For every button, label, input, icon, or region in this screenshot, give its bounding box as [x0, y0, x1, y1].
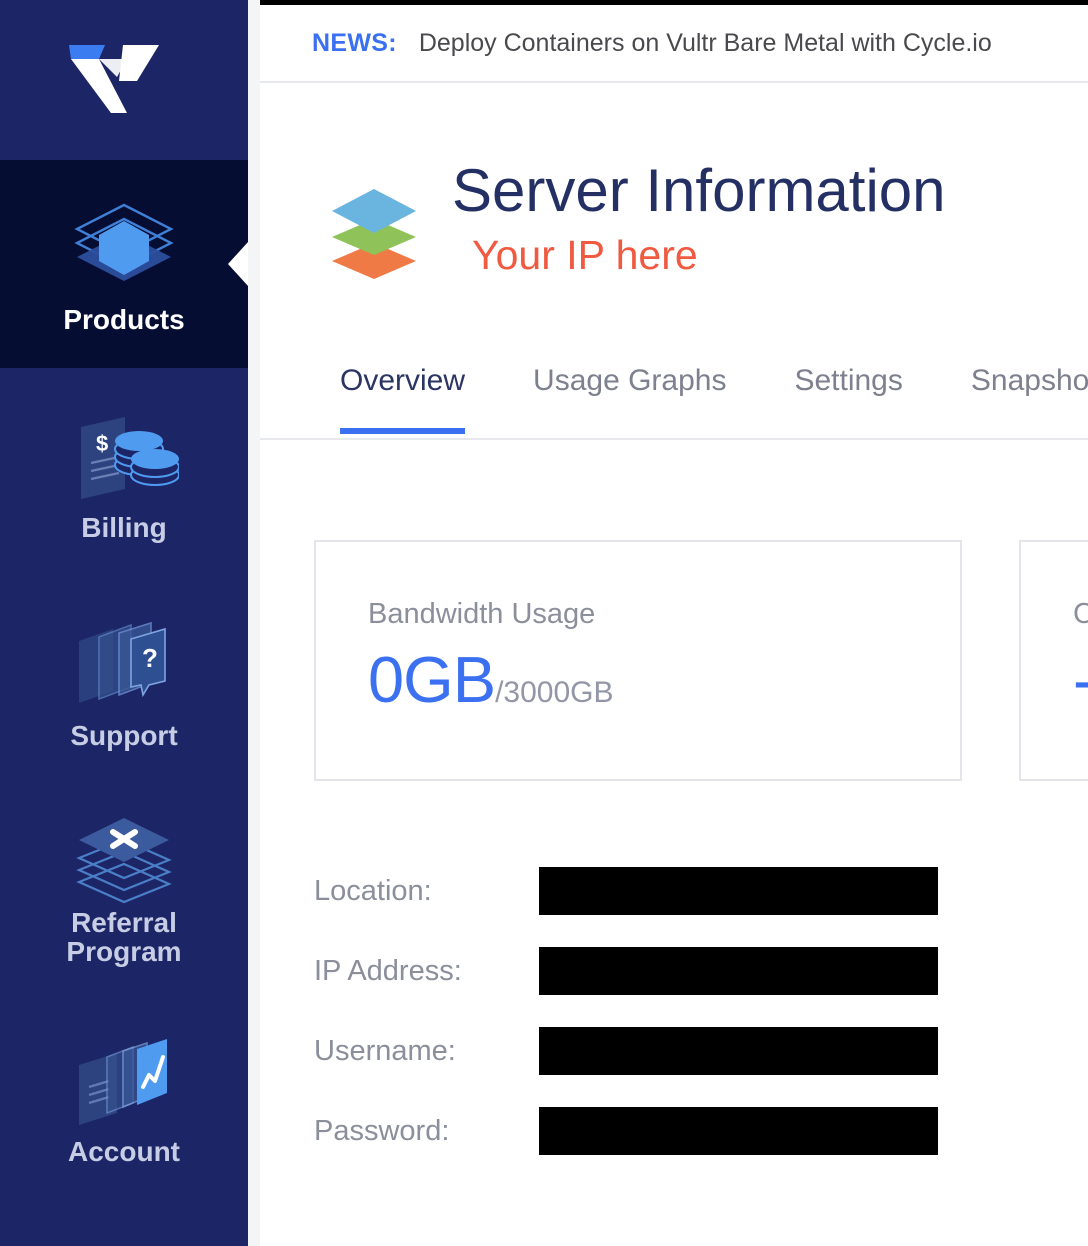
sidebar-item-account[interactable]: Account [0, 992, 248, 1200]
vultr-logo[interactable] [0, 0, 248, 160]
info-row-ip-address: IP Address: [314, 931, 1088, 1011]
sidebar-item-label: Products [63, 304, 185, 336]
sidebar-item-label: Account [68, 1136, 180, 1168]
card-value: 0GB/3000GB [368, 647, 960, 712]
sidebar-item-label: Support [70, 720, 178, 752]
info-label: Location: [314, 874, 432, 907]
stats-card-row: Bandwidth Usage 0GB/3000GB C - [260, 540, 1088, 781]
card-title: C [1073, 598, 1088, 630]
news-headline-link[interactable]: Deploy Containers on Vultr Bare Metal wi… [419, 29, 992, 58]
cards-chart-icon [69, 1025, 179, 1135]
card-value-primary: - [1073, 643, 1088, 716]
redacted-value [539, 1107, 938, 1155]
redacted-value [539, 867, 938, 915]
sidebar-item-support[interactable]: ? Support [0, 576, 248, 784]
server-details-list: Location: IP Address: Username: Password… [260, 851, 1088, 1171]
main-content: NEWS: Deploy Containers on Vultr Bare Me… [260, 5, 1088, 1246]
sidebar-item-billing[interactable]: $ Billing [0, 368, 248, 576]
page-title: Server Information [452, 157, 946, 224]
news-kicker-label: NEWS: [312, 28, 397, 57]
layers-x-icon [71, 810, 177, 906]
redacted-value [539, 947, 938, 995]
card-value-secondary: /3000GB [495, 676, 614, 709]
info-row-password: Password: [314, 1091, 1088, 1171]
cards-question-icon: ? [69, 609, 179, 719]
main-sidebar: Products $ Billing ? Support Referral Pr… [0, 0, 248, 1246]
tab-settings[interactable]: Settings [794, 358, 902, 432]
info-row-location: Location: [314, 851, 1088, 931]
sidebar-item-label: Referral Program [66, 906, 182, 967]
redacted-value [539, 1027, 938, 1075]
layers-cube-icon [71, 193, 177, 303]
info-label: Password: [314, 1114, 450, 1147]
page-header-text: Server Information Your IP here [452, 161, 946, 278]
tab-overview[interactable]: Overview [340, 358, 466, 434]
page-subtitle-annotation: Your IP here [472, 232, 698, 278]
sidebar-item-products[interactable]: Products [0, 160, 248, 368]
info-label: Username: [314, 1034, 456, 1067]
svg-text:$: $ [96, 431, 108, 456]
sidebar-item-referral-program[interactable]: Referral Program [0, 784, 248, 992]
card-title: Bandwidth Usage [368, 598, 596, 630]
info-label: IP Address: [314, 954, 462, 987]
tab-bar: Overview Usage Graphs Settings Snapshots [260, 358, 1088, 440]
vultr-server-information-page: Products $ Billing ? Support Referral Pr… [0, 0, 1088, 1246]
sidebar-content-divider [248, 0, 260, 1246]
vultr-logo-icon [69, 45, 159, 113]
active-indicator-arrow [228, 242, 248, 286]
sidebar-item-label: Billing [81, 512, 167, 544]
news-banner[interactable]: NEWS: Deploy Containers on Vultr Bare Me… [260, 5, 1088, 83]
tab-usage-graphs[interactable]: Usage Graphs [533, 358, 726, 432]
card-value: - [1073, 647, 1088, 712]
info-row-username: Username: [314, 1011, 1088, 1091]
secondary-stats-card: C - [1019, 540, 1088, 781]
svg-text:?: ? [142, 643, 158, 673]
tab-snapshots[interactable]: Snapshots [971, 358, 1088, 432]
card-value-primary: 0GB [368, 643, 496, 716]
bandwidth-usage-card: Bandwidth Usage 0GB/3000GB [314, 540, 962, 781]
stacked-diamonds-icon [328, 181, 420, 290]
page-header: Server Information Your IP here [260, 83, 1088, 290]
invoice-coins-icon: $ [69, 401, 179, 511]
